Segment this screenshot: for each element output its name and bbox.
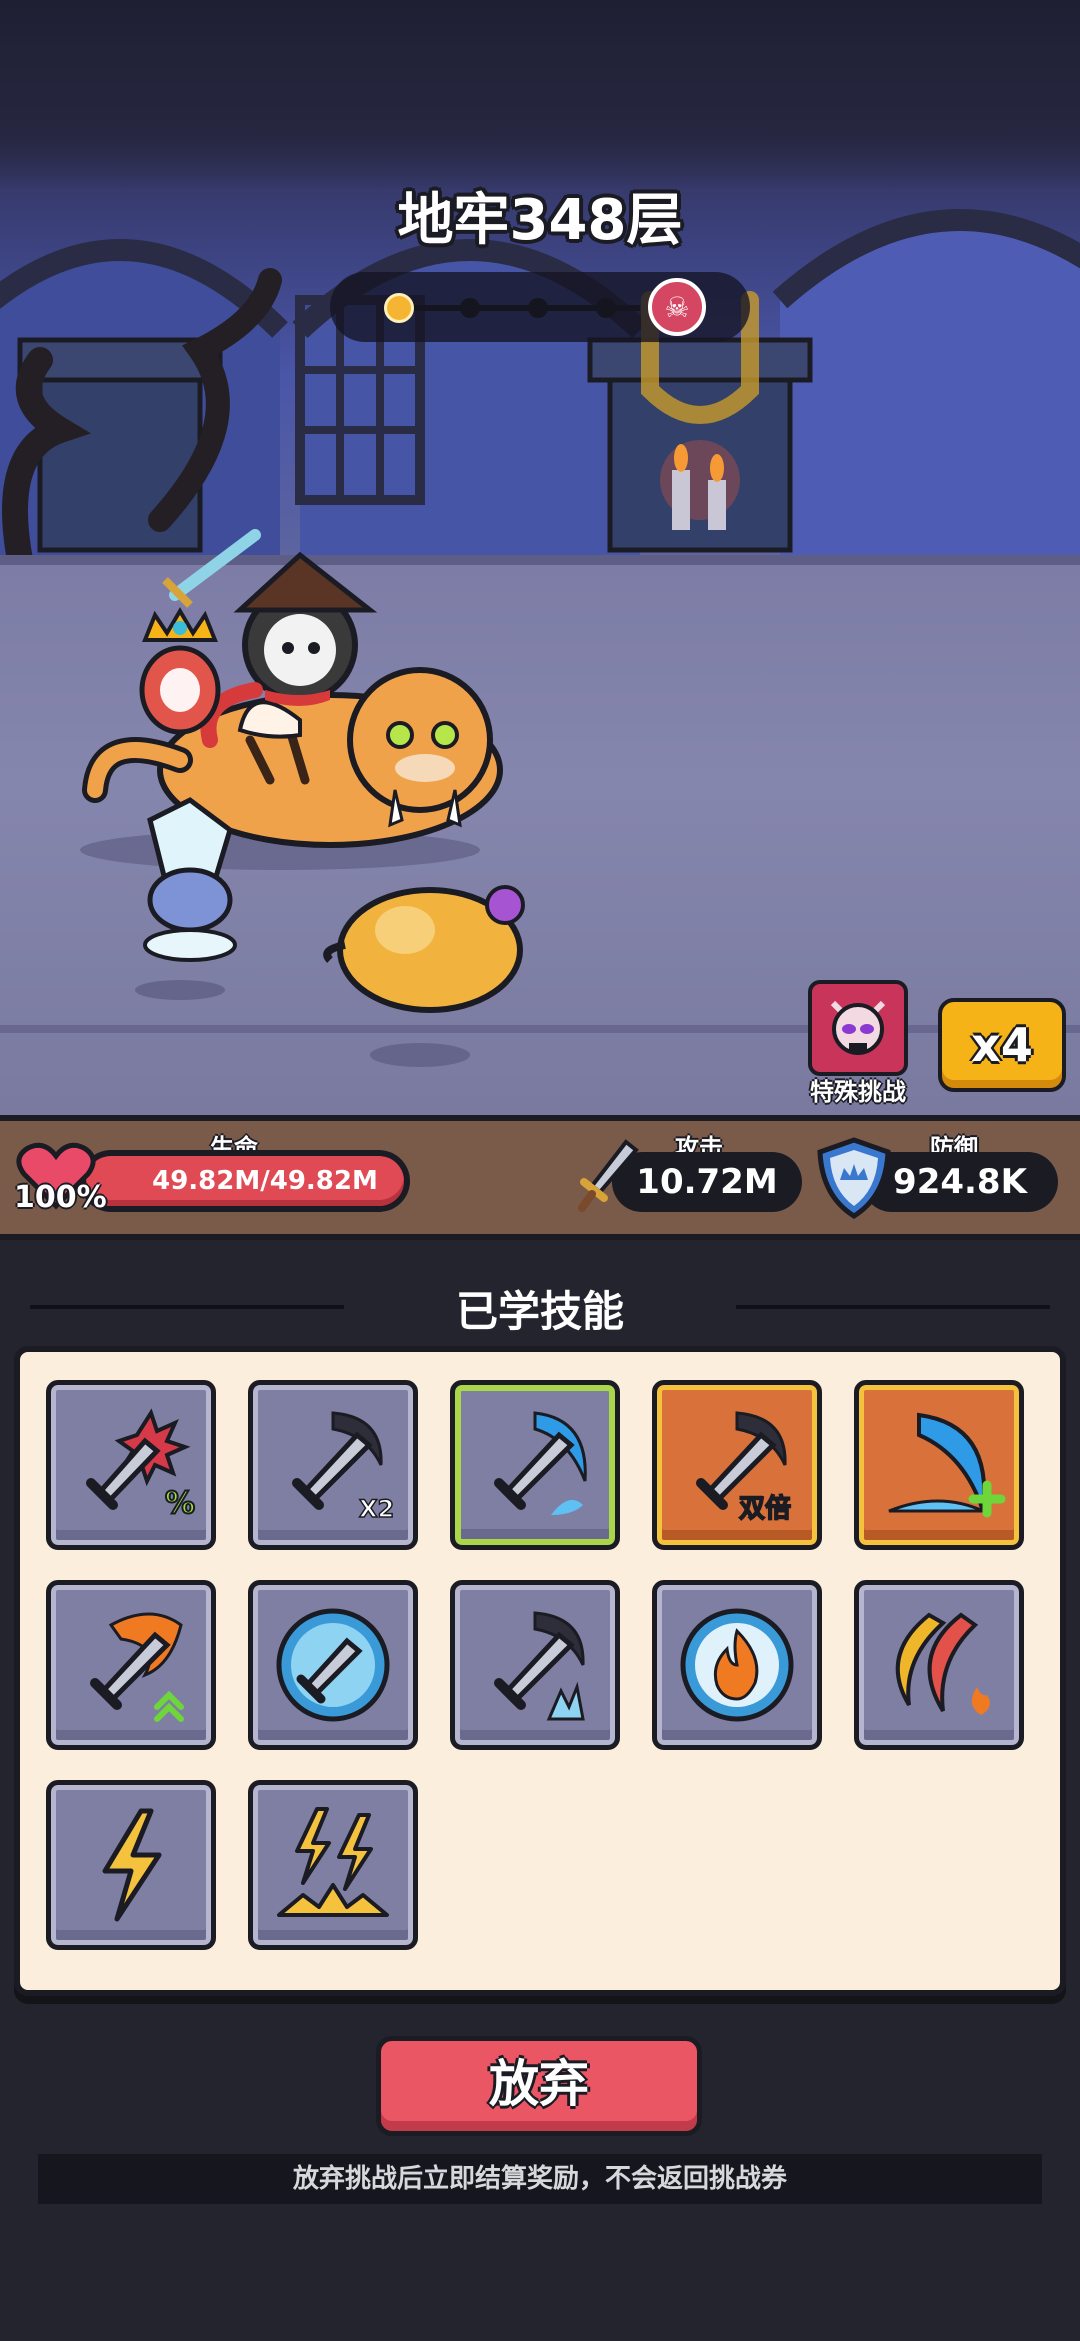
blue-wave-plus-icon [888, 1412, 1006, 1518]
progress-dot [596, 298, 616, 318]
double-lightning-icon [277, 1807, 389, 1917]
sword-icon [578, 1139, 639, 1212]
progress-dot [528, 298, 548, 318]
skill-slot[interactable] [854, 1580, 1024, 1750]
hp-value: 49.82M/49.82M [152, 1166, 378, 1196]
skill-slot[interactable] [652, 1580, 822, 1750]
progress-dot [460, 298, 480, 318]
skill-slot-selected[interactable] [450, 1380, 620, 1550]
skill-slot[interactable]: X2 [248, 1380, 418, 1550]
skill-badge: 双倍 [739, 1493, 791, 1524]
skill-slot[interactable] [46, 1780, 216, 1950]
blue-wave-sword-icon [494, 1411, 587, 1515]
skill-slot[interactable] [248, 1780, 418, 1950]
double-slash-sword-icon: X2 [292, 1411, 395, 1524]
skill-slot[interactable] [450, 1580, 620, 1750]
battle-scene: 地牢348层 ☠ 特殊挑战 x4 [0, 0, 1080, 1115]
crit-sword-icon: % [86, 1408, 196, 1522]
fire-sword-icon [90, 1612, 184, 1722]
progress-dot-current [384, 293, 414, 323]
shield-sword-icon [276, 1608, 390, 1722]
spike-sword-icon [494, 1611, 585, 1721]
skill-slot[interactable]: 双倍 [652, 1380, 822, 1550]
speed-multiplier-button[interactable]: x4 [938, 998, 1066, 1092]
demon-skull-icon [830, 1000, 886, 1055]
skill-badge: % [165, 1486, 195, 1521]
give-up-notice: 放弃挑战后立即结算奖励，不会返回挑战券 [38, 2154, 1042, 2204]
boss-skull-icon: ☠ [648, 278, 706, 336]
crescent-fire-icon [895, 1612, 990, 1715]
hp-bar: 49.82M/49.82M [80, 1150, 410, 1212]
give-up-button[interactable]: 放弃 [376, 2036, 702, 2136]
skill-slot[interactable]: % [46, 1380, 216, 1550]
skill-badge: X2 [359, 1495, 394, 1523]
skill-slot[interactable] [46, 1580, 216, 1750]
section-divider-right [736, 1305, 1050, 1309]
shield-icon [817, 1137, 891, 1219]
special-challenge-button[interactable] [808, 980, 908, 1076]
dungeon-floor-title: 地牢348层 [397, 188, 683, 253]
skill-slot[interactable] [854, 1380, 1024, 1550]
double-damage-sword-icon: 双倍 [696, 1411, 792, 1525]
special-challenge-label: 特殊挑战 [810, 1078, 906, 1106]
fire-orb-icon [680, 1608, 794, 1722]
skill-slot[interactable] [248, 1580, 418, 1750]
hero-party [80, 529, 525, 1067]
lightning-icon [102, 1808, 162, 1922]
floor-progress-track: ☠ [330, 272, 750, 342]
hp-percent: 100% [14, 1180, 107, 1215]
